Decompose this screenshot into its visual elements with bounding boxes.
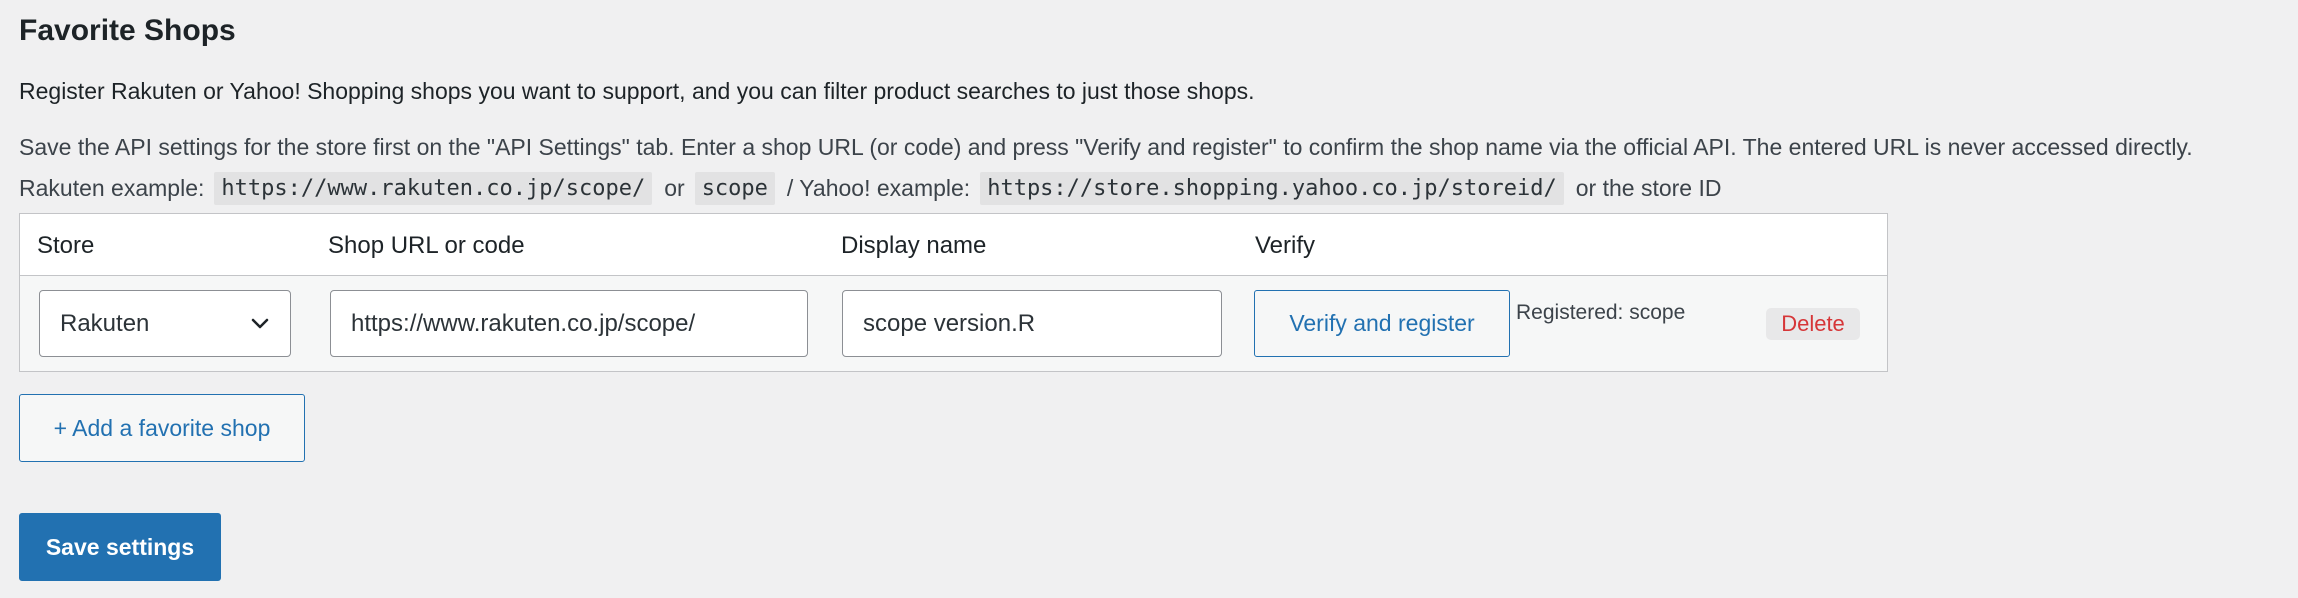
save-settings-button[interactable]: Save settings: [19, 513, 221, 581]
section-instructions: Save the API settings for the store firs…: [19, 134, 2193, 160]
column-header-verify: Verify: [1255, 232, 1316, 259]
verify-and-register-button[interactable]: Verify and register: [1254, 290, 1510, 357]
column-header-shop-url: Shop URL or code: [328, 232, 525, 259]
favorite-shops-panel: Favorite Shops Register Rakuten or Yahoo…: [0, 0, 2298, 598]
rakuten-example-url: https://www.rakuten.co.jp/scope/: [214, 172, 653, 205]
table-header: Store Shop URL or code Display name Veri…: [20, 214, 1887, 276]
rakuten-example-label: Rakuten example:: [19, 175, 205, 201]
display-name-input[interactable]: scope version.R: [842, 290, 1222, 357]
shop-url-input[interactable]: https://www.rakuten.co.jp/scope/: [330, 290, 808, 357]
section-description: Register Rakuten or Yahoo! Shopping shop…: [19, 78, 1255, 104]
column-header-display-name: Display name: [841, 232, 987, 259]
section-title: Favorite Shops: [19, 14, 236, 47]
yahoo-example-suffix: or the store ID: [1575, 175, 1722, 201]
or-label: or: [664, 175, 685, 201]
favorite-shops-table: Store Shop URL or code Display name Veri…: [19, 213, 1888, 372]
add-favorite-shop-button[interactable]: + Add a favorite shop: [19, 394, 305, 462]
registration-status: Registered: scope: [1516, 301, 1686, 324]
store-select[interactable]: Rakuten: [39, 290, 291, 357]
chevron-down-icon: [251, 318, 269, 328]
column-header-store: Store: [37, 232, 95, 259]
delete-button[interactable]: Delete: [1766, 308, 1860, 340]
yahoo-example-url: https://store.shopping.yahoo.co.jp/store…: [980, 172, 1564, 205]
store-select-value: Rakuten: [60, 309, 150, 337]
yahoo-example-label: / Yahoo! example:: [786, 175, 971, 201]
rakuten-example-code: scope: [694, 172, 775, 205]
examples-line: Rakuten example: https://www.rakuten.co.…: [19, 172, 1721, 205]
